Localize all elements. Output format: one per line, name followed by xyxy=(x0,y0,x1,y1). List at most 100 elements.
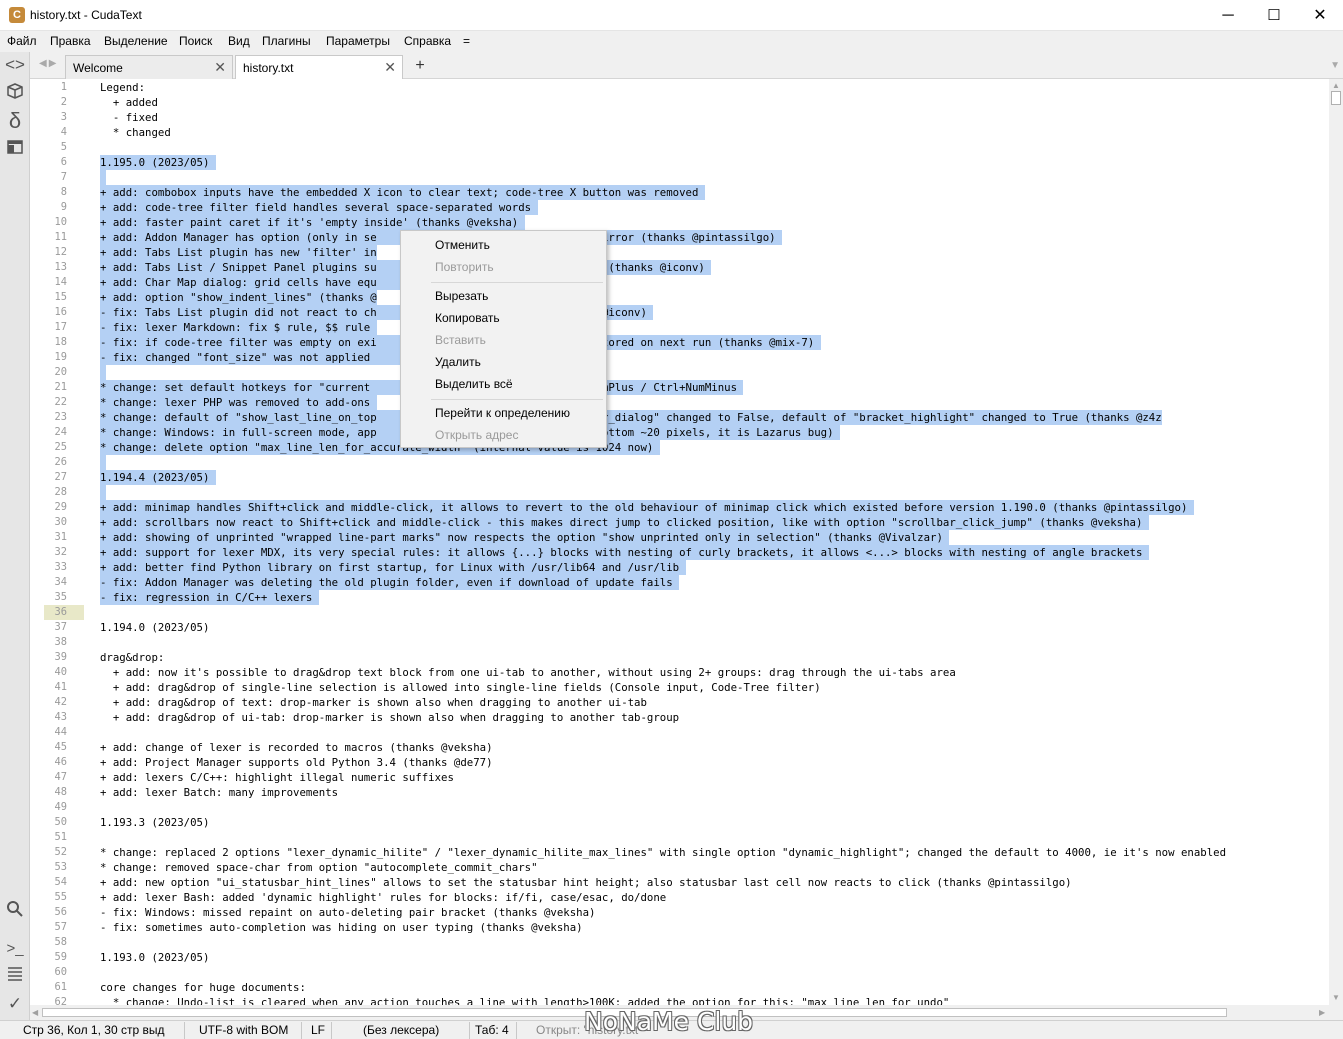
ctx-undo[interactable]: Отменить xyxy=(435,238,490,252)
line-number[interactable]: 16 xyxy=(30,305,67,320)
line-number[interactable]: 8 xyxy=(30,185,67,200)
code-line[interactable]: 1.193.0 (2023/05) xyxy=(100,950,209,965)
line-number[interactable]: 23 xyxy=(30,410,67,425)
line-number[interactable]: 32 xyxy=(30,545,67,560)
status-encoding[interactable]: UTF-8 with BOM xyxy=(199,1023,288,1037)
line-number[interactable]: 37 xyxy=(30,620,67,635)
code-line[interactable]: * change: Undo-list is cleared when any … xyxy=(100,995,949,1005)
maximize-button[interactable]: ☐ xyxy=(1251,0,1297,31)
code-line[interactable]: * change: default of "show_last_line_on_… xyxy=(100,410,1162,425)
code-line[interactable] xyxy=(100,365,107,380)
code-line[interactable]: 1.195.0 (2023/05) xyxy=(100,155,216,170)
code-line[interactable]: + add: support for lexer MDX, its very s… xyxy=(100,545,1149,560)
line-number[interactable]: 33 xyxy=(30,560,67,575)
menu-extra[interactable]: = xyxy=(463,34,470,48)
line-number[interactable]: 61 xyxy=(30,980,67,995)
line-number[interactable]: 58 xyxy=(30,935,67,950)
line-number[interactable]: 12 xyxy=(30,245,67,260)
line-number[interactable]: 41 xyxy=(30,680,67,695)
line-number[interactable]: 17 xyxy=(30,320,67,335)
line-number[interactable]: 21 xyxy=(30,380,67,395)
line-number[interactable]: 54 xyxy=(30,875,67,890)
line-number[interactable]: 7 xyxy=(30,170,67,185)
line-number[interactable]: 13 xyxy=(30,260,67,275)
menu-options[interactable]: Параметры xyxy=(326,34,390,48)
code-line[interactable]: + add: lexer Batch: many improvements xyxy=(100,785,338,800)
line-number[interactable]: 35 xyxy=(30,590,67,605)
line-number[interactable]: 53 xyxy=(30,860,67,875)
scroll-left-icon[interactable]: ◀ xyxy=(32,1008,38,1017)
code-line[interactable]: + add: Tabs List plugin has new 'filter'… xyxy=(100,245,377,260)
ctx-paste[interactable]: Вставить xyxy=(435,333,486,347)
line-number[interactable]: 56 xyxy=(30,905,67,920)
code-line[interactable]: * change: removed space-char from option… xyxy=(100,860,538,875)
scroll-right-icon[interactable]: ▶ xyxy=(1319,1008,1325,1017)
line-number[interactable]: 38 xyxy=(30,635,67,650)
minimize-button[interactable]: ─ xyxy=(1205,0,1251,31)
code-line[interactable]: Legend: xyxy=(100,80,145,95)
vertical-scrollbar[interactable]: ▲ ▼ xyxy=(1329,79,1343,1005)
code-line[interactable]: + add: drag&drop of ui-tab: drop-marker … xyxy=(100,710,679,725)
code-line[interactable]: + add: change of lexer is recorded to ma… xyxy=(100,740,493,755)
code-line[interactable]: - fix: Addon Manager was deleting the ol… xyxy=(100,575,680,590)
status-tab-size[interactable]: Таб: 4 xyxy=(475,1023,509,1037)
code-line[interactable]: + add: combobox inputs have the embedded… xyxy=(100,185,705,200)
line-number[interactable]: 39 xyxy=(30,650,67,665)
line-number[interactable]: 5 xyxy=(30,140,67,155)
status-lexer[interactable]: (Без лексера) xyxy=(363,1023,439,1037)
text-editor[interactable]: 1 2 3 4 5 6 7 8 9 10 11 12 13 14 15 16 17 18 19 20 21 22 23 24 2… xyxy=(30,79,1329,1005)
line-number[interactable]: 28 xyxy=(30,485,67,500)
line-number[interactable]: 47 xyxy=(30,770,67,785)
code-line[interactable]: + add: drag&drop of text: drop-marker is… xyxy=(100,695,647,710)
snippets-icon[interactable]: δ xyxy=(3,109,27,133)
ctx-open-url[interactable]: Открыть адрес xyxy=(435,428,518,442)
line-number[interactable]: 36 xyxy=(44,605,84,620)
code-line[interactable]: 1.194.0 (2023/05) xyxy=(100,620,209,635)
menu-plugins[interactable]: Плагины xyxy=(262,34,311,48)
line-number[interactable]: 3 xyxy=(30,110,67,125)
line-number[interactable]: 42 xyxy=(30,695,67,710)
validate-icon[interactable]: ✓ xyxy=(3,992,27,1016)
vertical-scroll-thumb[interactable] xyxy=(1331,91,1341,105)
menu-search[interactable]: Поиск xyxy=(179,34,212,48)
line-number[interactable]: 19 xyxy=(30,350,67,365)
code-tree-icon[interactable]: <> xyxy=(3,53,27,77)
code-line[interactable]: - fix: Windows: missed repaint on auto-d… xyxy=(100,905,595,920)
line-number[interactable]: 11 xyxy=(30,230,67,245)
console-icon[interactable]: >_ xyxy=(3,937,27,961)
menu-selection[interactable]: Выделение xyxy=(104,34,168,48)
line-number[interactable]: 1 xyxy=(30,80,67,95)
tab-close-icon[interactable]: ✕ xyxy=(384,59,396,76)
line-number[interactable]: 44 xyxy=(30,725,67,740)
code-line[interactable]: 1.193.3 (2023/05) xyxy=(100,815,209,830)
code-line[interactable]: + add: scrollbars now react to Shift+cli… xyxy=(100,515,1149,530)
new-tab-button[interactable]: + xyxy=(408,55,432,79)
line-number[interactable]: 4 xyxy=(30,125,67,140)
ctx-copy[interactable]: Копировать xyxy=(435,311,500,325)
code-line[interactable]: - fix: lexer Markdown: fix $ rule, $$ ru… xyxy=(100,320,377,335)
tab-scroll-arrows-icon[interactable]: ◀▶ xyxy=(39,58,58,69)
tabs-icon[interactable] xyxy=(3,137,27,161)
code-line[interactable]: - fixed xyxy=(100,110,158,125)
line-number[interactable]: 9 xyxy=(30,200,67,215)
search-icon[interactable] xyxy=(3,899,27,923)
line-number[interactable]: 43 xyxy=(30,710,67,725)
ctx-delete[interactable]: Удалить xyxy=(435,355,481,369)
line-number[interactable]: 50 xyxy=(30,815,67,830)
code-line[interactable]: + added xyxy=(100,95,158,110)
code-line[interactable] xyxy=(100,170,107,185)
tab-welcome[interactable]: Welcome ✕ xyxy=(65,55,233,79)
line-number[interactable]: 18 xyxy=(30,335,67,350)
line-number[interactable]: 10 xyxy=(30,215,67,230)
code-line[interactable] xyxy=(100,455,107,470)
code-line[interactable]: drag&drop: xyxy=(100,650,164,665)
ctx-redo[interactable]: Повторить xyxy=(435,260,494,274)
line-number[interactable]: 30 xyxy=(30,515,67,530)
status-line-ending[interactable]: LF xyxy=(311,1023,325,1037)
code-line[interactable]: + add: faster paint caret if it's 'empty… xyxy=(100,215,525,230)
menu-file[interactable]: Файл xyxy=(7,34,37,48)
code-line[interactable]: 1.194.4 (2023/05) xyxy=(100,470,216,485)
code-line[interactable]: * change: replaced 2 options "lexer_dyna… xyxy=(100,845,1226,860)
code-line[interactable]: + add: drag&drop of single-line selectio… xyxy=(100,680,821,695)
line-number[interactable]: 24 xyxy=(30,425,67,440)
